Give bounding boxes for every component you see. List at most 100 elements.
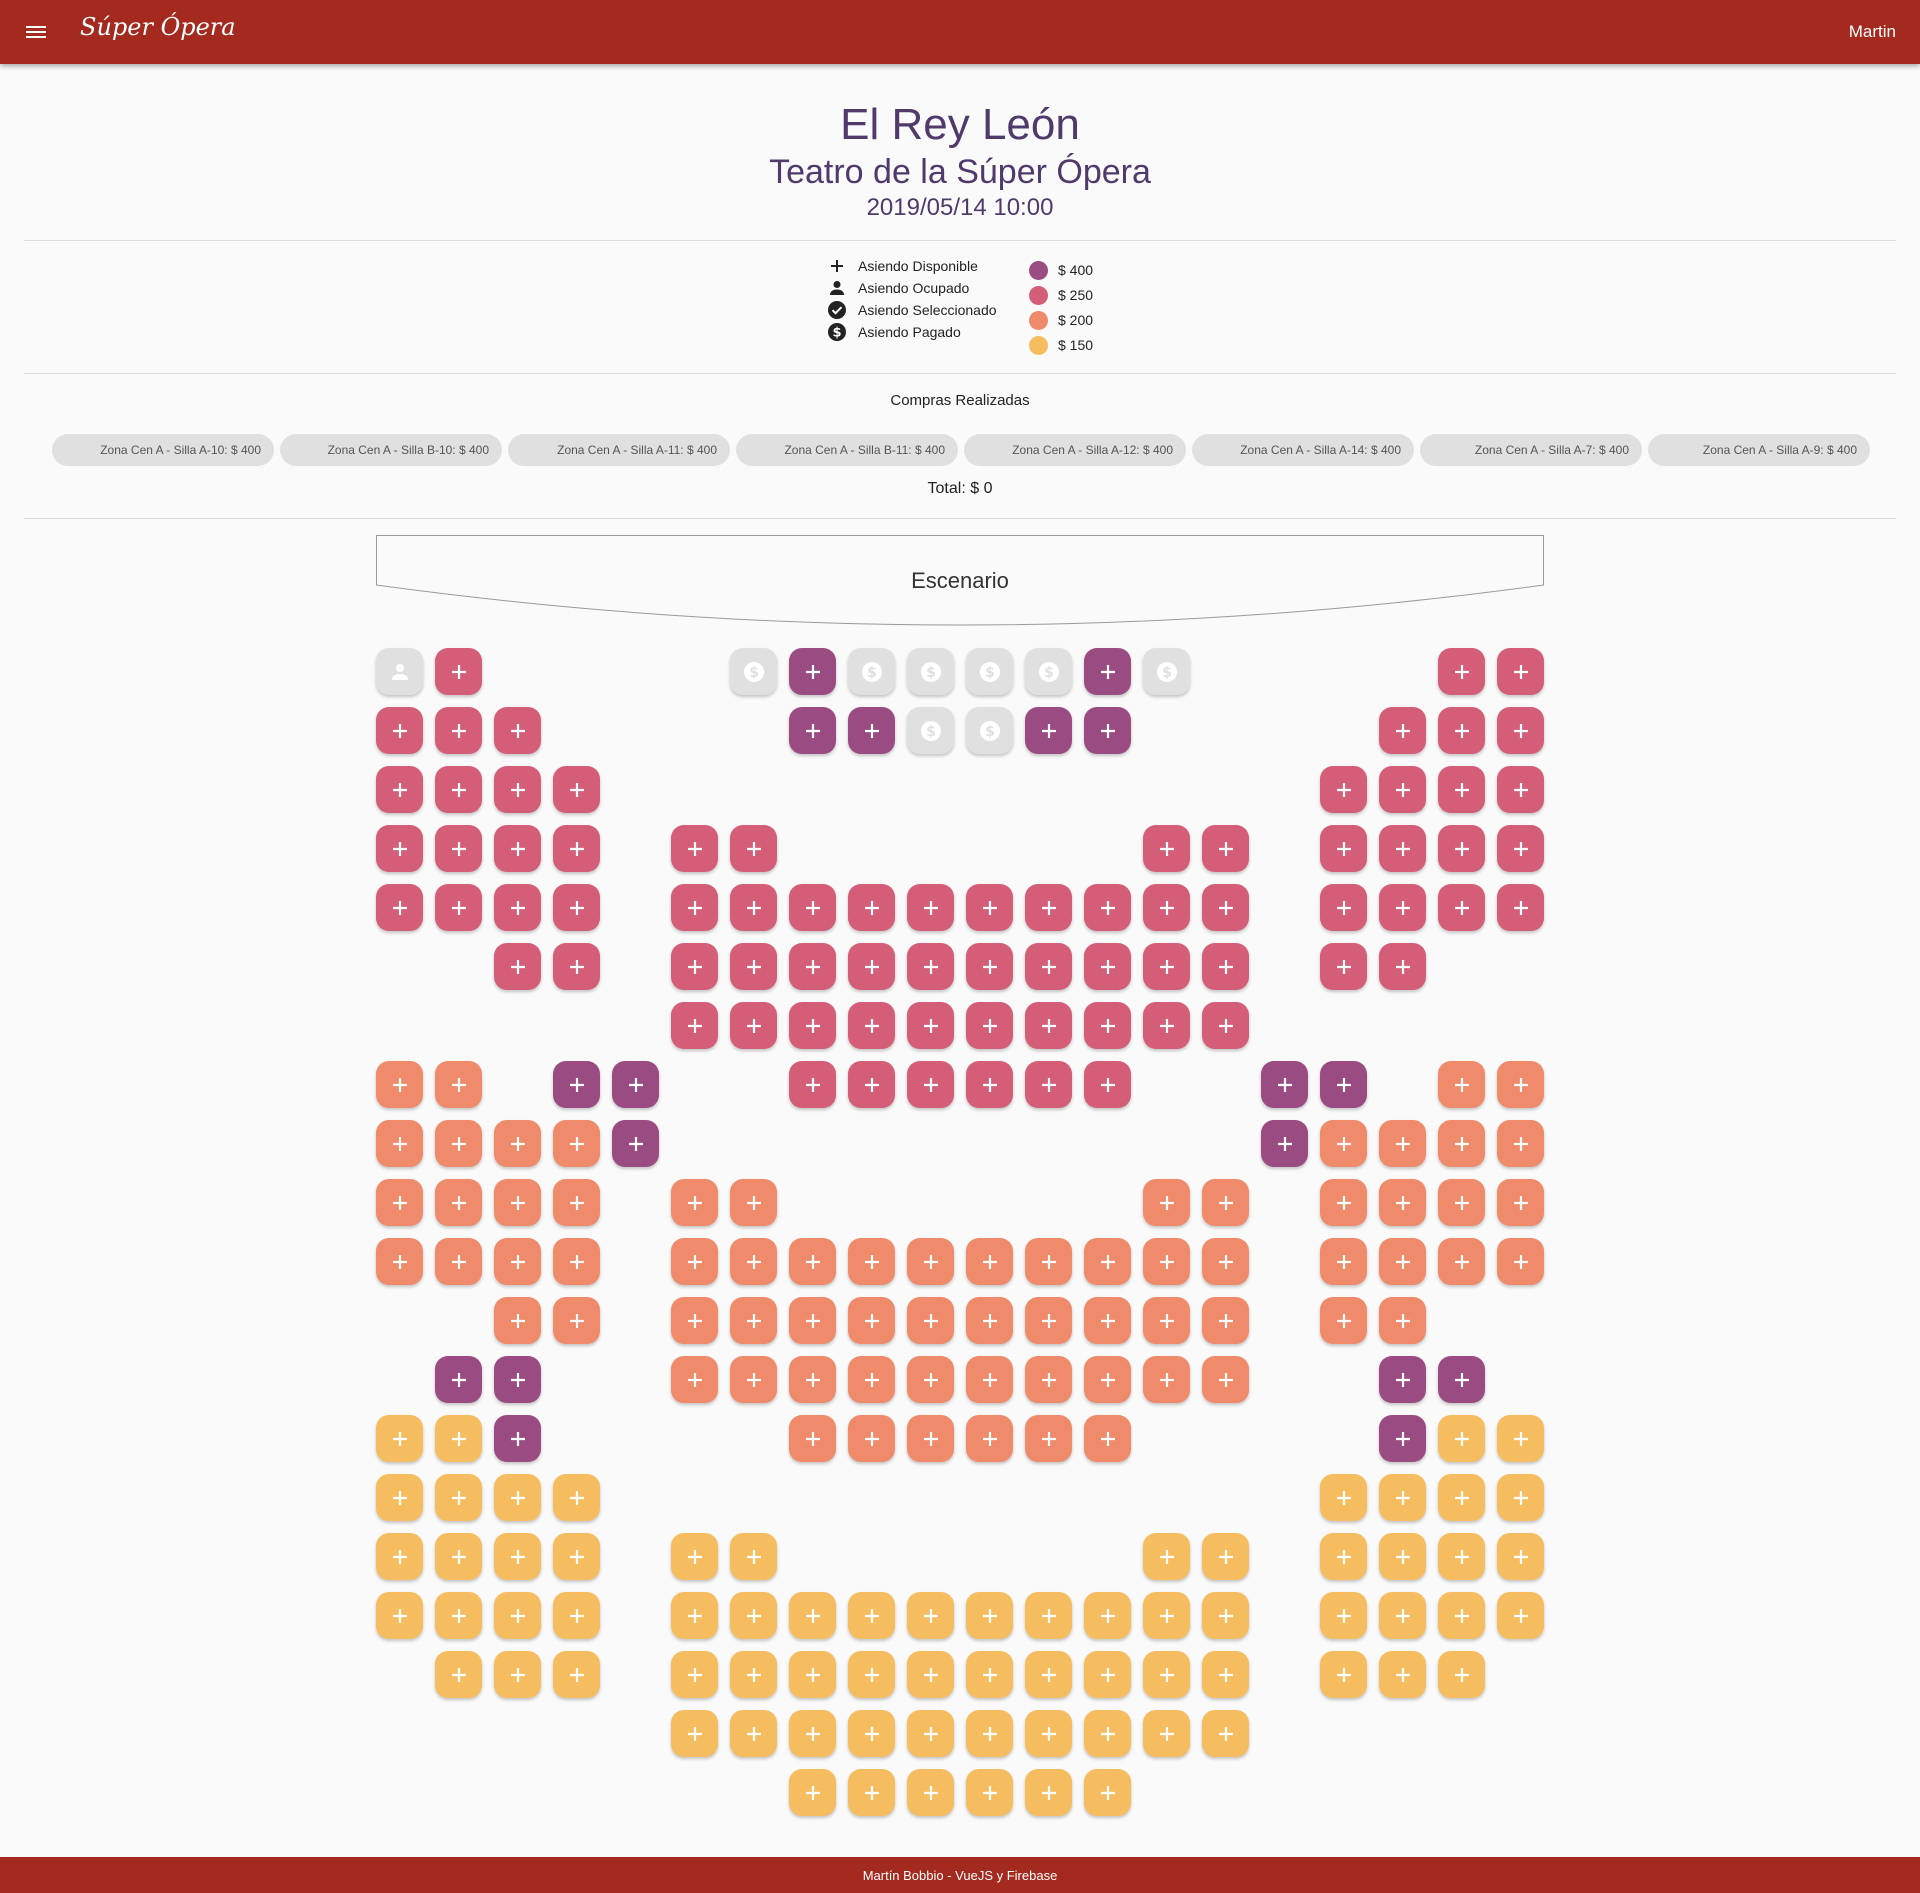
seat-available[interactable] bbox=[907, 1061, 954, 1108]
seat-available[interactable] bbox=[848, 707, 895, 754]
seat-available[interactable] bbox=[494, 1651, 541, 1698]
seat-available[interactable] bbox=[376, 1474, 423, 1521]
seat-available[interactable] bbox=[1320, 1474, 1367, 1521]
seat-available[interactable] bbox=[907, 1710, 954, 1757]
seat-available[interactable] bbox=[907, 1415, 954, 1462]
seat-available[interactable] bbox=[1438, 1120, 1485, 1167]
seat-available[interactable] bbox=[671, 943, 718, 990]
seat-available[interactable] bbox=[1379, 1415, 1426, 1462]
seat-available[interactable] bbox=[1202, 1533, 1249, 1580]
seat-available[interactable] bbox=[1025, 884, 1072, 931]
seat-available[interactable] bbox=[1497, 648, 1544, 695]
seat-available[interactable] bbox=[494, 1533, 541, 1580]
seat-available[interactable] bbox=[1438, 1356, 1485, 1403]
seat-available[interactable] bbox=[907, 1592, 954, 1639]
seat-available[interactable] bbox=[1497, 1592, 1544, 1639]
seat-available[interactable] bbox=[1497, 1474, 1544, 1521]
seat-available[interactable] bbox=[553, 766, 600, 813]
seat-available[interactable] bbox=[966, 1769, 1013, 1816]
seat-available[interactable] bbox=[671, 1356, 718, 1403]
seat-available[interactable] bbox=[435, 825, 482, 872]
seat-available[interactable] bbox=[1497, 1533, 1544, 1580]
seat-available[interactable] bbox=[1084, 1356, 1131, 1403]
seat-available[interactable] bbox=[671, 1651, 718, 1698]
seat-available[interactable] bbox=[553, 1179, 600, 1226]
seat-available[interactable] bbox=[1438, 707, 1485, 754]
seat-available[interactable] bbox=[1320, 884, 1367, 931]
seat-paid[interactable]: $ bbox=[1143, 648, 1190, 695]
seat-available[interactable] bbox=[1379, 825, 1426, 872]
seat-available[interactable] bbox=[1202, 1238, 1249, 1285]
seat-available[interactable] bbox=[730, 1356, 777, 1403]
seat-available[interactable] bbox=[966, 1297, 1013, 1344]
seat-available[interactable] bbox=[789, 943, 836, 990]
seat-available[interactable] bbox=[1025, 1002, 1072, 1049]
seat-available[interactable] bbox=[553, 1238, 600, 1285]
seat-available[interactable] bbox=[789, 1710, 836, 1757]
seat-available[interactable] bbox=[1084, 1592, 1131, 1639]
seat-available[interactable] bbox=[789, 1651, 836, 1698]
seat-available[interactable] bbox=[1497, 1238, 1544, 1285]
seat-available[interactable] bbox=[494, 1179, 541, 1226]
seat-available[interactable] bbox=[1320, 766, 1367, 813]
seat-available[interactable] bbox=[1379, 1533, 1426, 1580]
seat-available[interactable] bbox=[1143, 1356, 1190, 1403]
seat-available[interactable] bbox=[1143, 1533, 1190, 1580]
seat-available[interactable] bbox=[435, 1238, 482, 1285]
seat-available[interactable] bbox=[1025, 1297, 1072, 1344]
seat-available[interactable] bbox=[435, 884, 482, 931]
seat-available[interactable] bbox=[1084, 1297, 1131, 1344]
seat-available[interactable] bbox=[907, 1356, 954, 1403]
seat-available[interactable] bbox=[1379, 1238, 1426, 1285]
seat-available[interactable] bbox=[730, 1533, 777, 1580]
seat-available[interactable] bbox=[966, 884, 1013, 931]
purchase-chip[interactable]: Zona Cen A - Silla A-12: $ 400 bbox=[964, 434, 1186, 466]
seat-available[interactable] bbox=[1320, 943, 1367, 990]
seat-available[interactable] bbox=[1438, 1238, 1485, 1285]
seat-available[interactable] bbox=[907, 1297, 954, 1344]
seat-available[interactable] bbox=[1379, 884, 1426, 931]
seat-available[interactable] bbox=[1497, 1120, 1544, 1167]
seat-paid[interactable]: $ bbox=[848, 648, 895, 695]
seat-available[interactable] bbox=[1143, 1179, 1190, 1226]
seat-available[interactable] bbox=[1084, 648, 1131, 695]
seat-available[interactable] bbox=[1320, 1238, 1367, 1285]
seat-available[interactable] bbox=[848, 1002, 895, 1049]
seat-available[interactable] bbox=[907, 884, 954, 931]
seat-available[interactable] bbox=[671, 1297, 718, 1344]
seat-paid[interactable]: $ bbox=[1025, 648, 1072, 695]
seat-paid[interactable]: $ bbox=[966, 707, 1013, 754]
seat-available[interactable] bbox=[435, 766, 482, 813]
seat-available[interactable] bbox=[1497, 766, 1544, 813]
seat-available[interactable] bbox=[966, 1002, 1013, 1049]
seat-paid[interactable]: $ bbox=[730, 648, 777, 695]
seat-available[interactable] bbox=[1202, 1592, 1249, 1639]
seat-available[interactable] bbox=[1438, 1533, 1485, 1580]
seat-available[interactable] bbox=[1379, 1120, 1426, 1167]
seat-available[interactable] bbox=[1320, 1297, 1367, 1344]
purchase-chip[interactable]: Zona Cen A - Silla A-7: $ 400 bbox=[1420, 434, 1642, 466]
seat-available[interactable] bbox=[848, 1651, 895, 1698]
seat-available[interactable] bbox=[494, 1592, 541, 1639]
seat-available[interactable] bbox=[1025, 1710, 1072, 1757]
seat-available[interactable] bbox=[671, 1179, 718, 1226]
seat-available[interactable] bbox=[1202, 884, 1249, 931]
seat-available[interactable] bbox=[494, 766, 541, 813]
seat-available[interactable] bbox=[730, 1297, 777, 1344]
seat-available[interactable] bbox=[730, 1651, 777, 1698]
seat-available[interactable] bbox=[494, 943, 541, 990]
seat-available[interactable] bbox=[1202, 825, 1249, 872]
seat-available[interactable] bbox=[1320, 1061, 1367, 1108]
seat-available[interactable] bbox=[907, 943, 954, 990]
seat-available[interactable] bbox=[435, 1415, 482, 1462]
seat-available[interactable] bbox=[435, 1179, 482, 1226]
seat-available[interactable] bbox=[907, 1238, 954, 1285]
seat-available[interactable] bbox=[671, 1002, 718, 1049]
seat-available[interactable] bbox=[553, 1297, 600, 1344]
seat-available[interactable] bbox=[848, 1592, 895, 1639]
seat-available[interactable] bbox=[730, 1710, 777, 1757]
seat-available[interactable] bbox=[730, 1592, 777, 1639]
seat-available[interactable] bbox=[848, 943, 895, 990]
seat-available[interactable] bbox=[1438, 825, 1485, 872]
seat-available[interactable] bbox=[1438, 884, 1485, 931]
